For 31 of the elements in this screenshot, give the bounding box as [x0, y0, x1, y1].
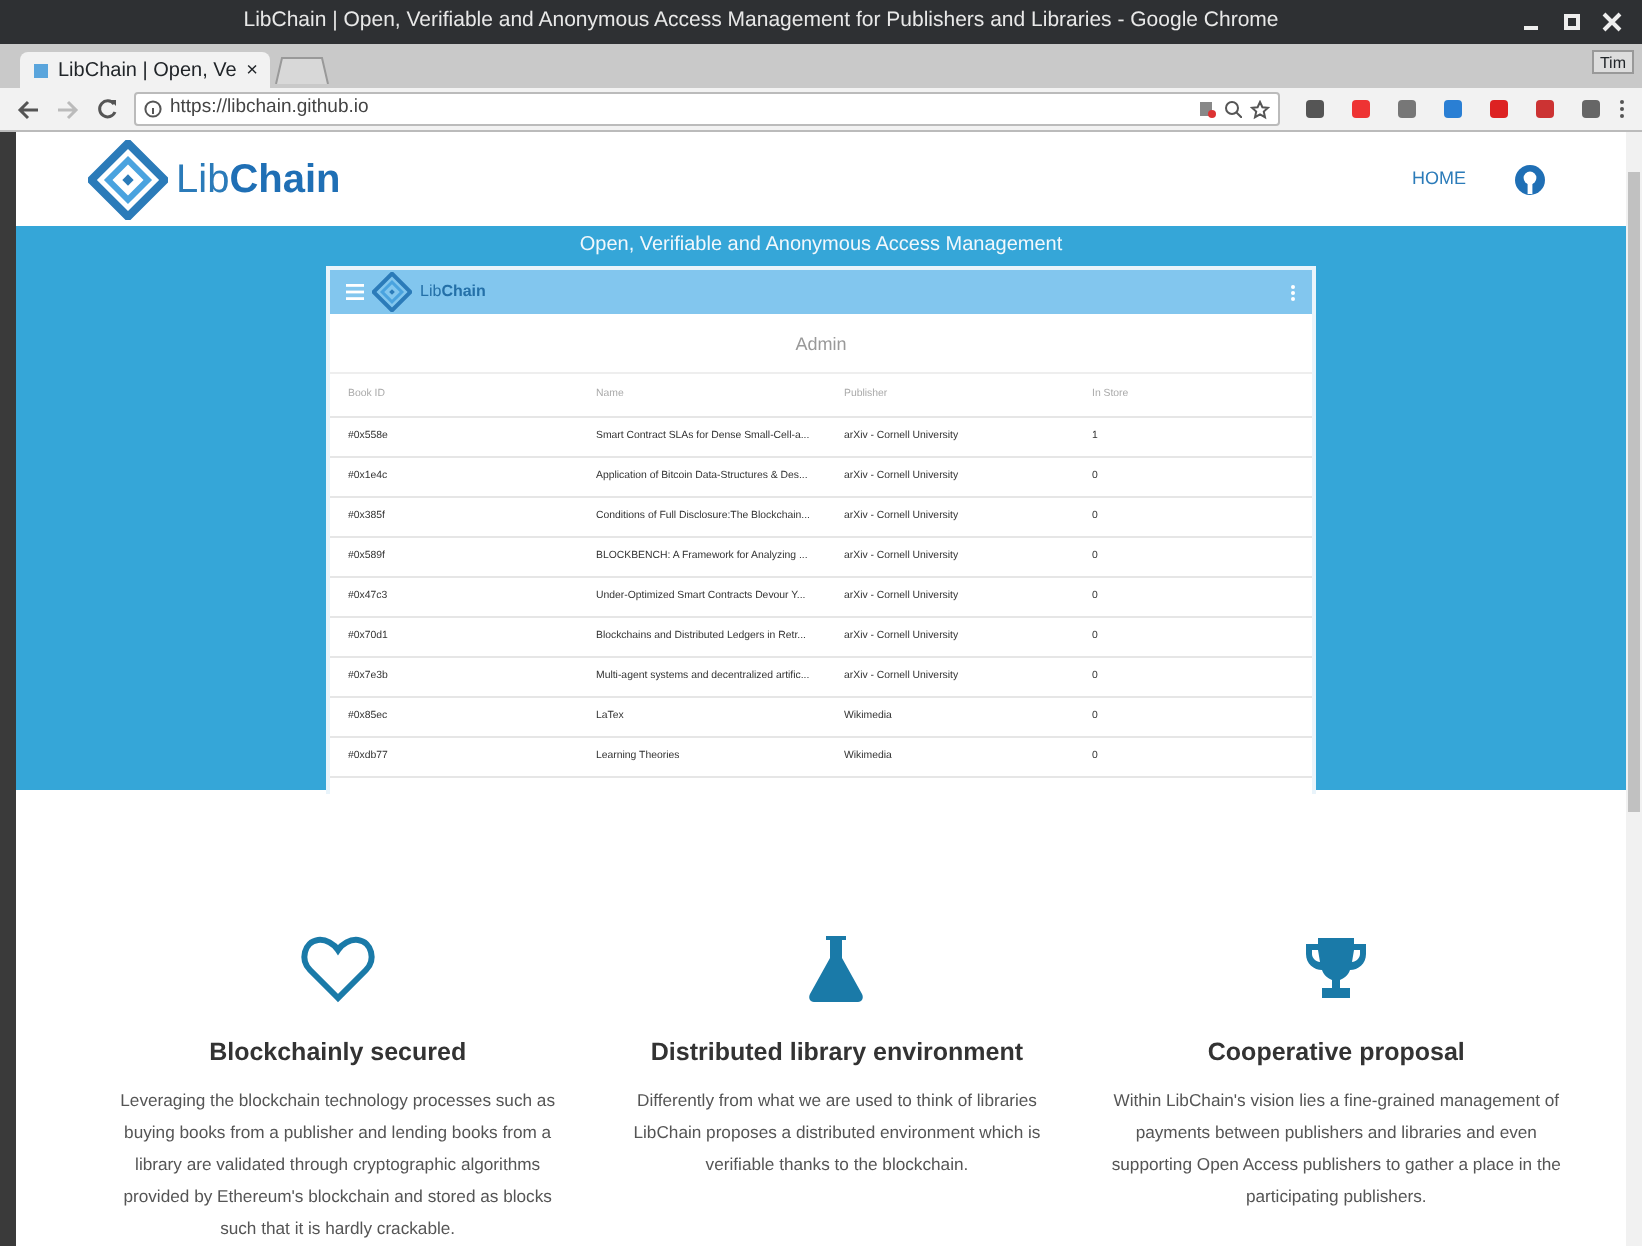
brand-logo[interactable]: LibChain [88, 139, 341, 219]
square-icon[interactable] [1442, 98, 1464, 120]
menu-icon[interactable] [1618, 98, 1626, 120]
logo-icon [372, 272, 412, 312]
close-icon[interactable] [1598, 12, 1626, 32]
tagline: Open, Verifiable and Anonymous Access Management [577, 232, 1065, 260]
url-text: https://libchain.github.io [170, 94, 371, 123]
profile-button[interactable]: Tim [1591, 50, 1634, 74]
address-bar[interactable]: https://libchain.github.io [134, 92, 1280, 126]
feature-text: Differently from what we are used to think of libraries LibChain proposes a distributed environment which is verifiable thanks to the blockchain. [631, 1087, 1043, 1178]
feature-title: Distributed library environment [648, 1036, 1026, 1070]
blocked-cookie-icon[interactable] [1198, 100, 1216, 118]
window-title: LibChain | Open, Verifiable and Anonymous Access Management for Publishers and Libraries - Google Chrome [241, 6, 1281, 37]
browser-tab[interactable]: LibChain | Open, Ve × [20, 52, 270, 88]
zoom-icon[interactable] [1224, 100, 1242, 118]
tab-close-button[interactable]: × [246, 55, 258, 85]
star-icon[interactable] [1250, 99, 1270, 119]
feature-title: Cooperative proposal [1205, 1036, 1467, 1070]
reload-icon[interactable] [96, 98, 118, 120]
favicon-icon [32, 61, 50, 79]
logo-icon [88, 139, 168, 219]
tab-title: LibChain | Open, Ve [58, 57, 239, 85]
back-icon[interactable] [16, 99, 40, 119]
app-brand: LibChain [420, 280, 486, 304]
admin-title: Admin [330, 314, 1312, 374]
feature-text: Within LibChain's vision lies a fine-grained management of payments between publishers and libraries and even supporting Open Access publishers to gather a place in the participating publishers. [1109, 1087, 1563, 1210]
info-icon [144, 100, 162, 118]
nav-link[interactable]: HOME [1412, 165, 1466, 193]
feature-title: Blockchainly secured [207, 1036, 469, 1070]
maximize-icon[interactable] [1558, 12, 1586, 32]
feature-text: Leveraging the blockchain technology processes such as buying books from a publisher and lending books from a library are validated through cryptographic algorithms provided by Ethereum's blockchain and stored as blocks such that it is hardly crackable. [118, 1087, 558, 1242]
